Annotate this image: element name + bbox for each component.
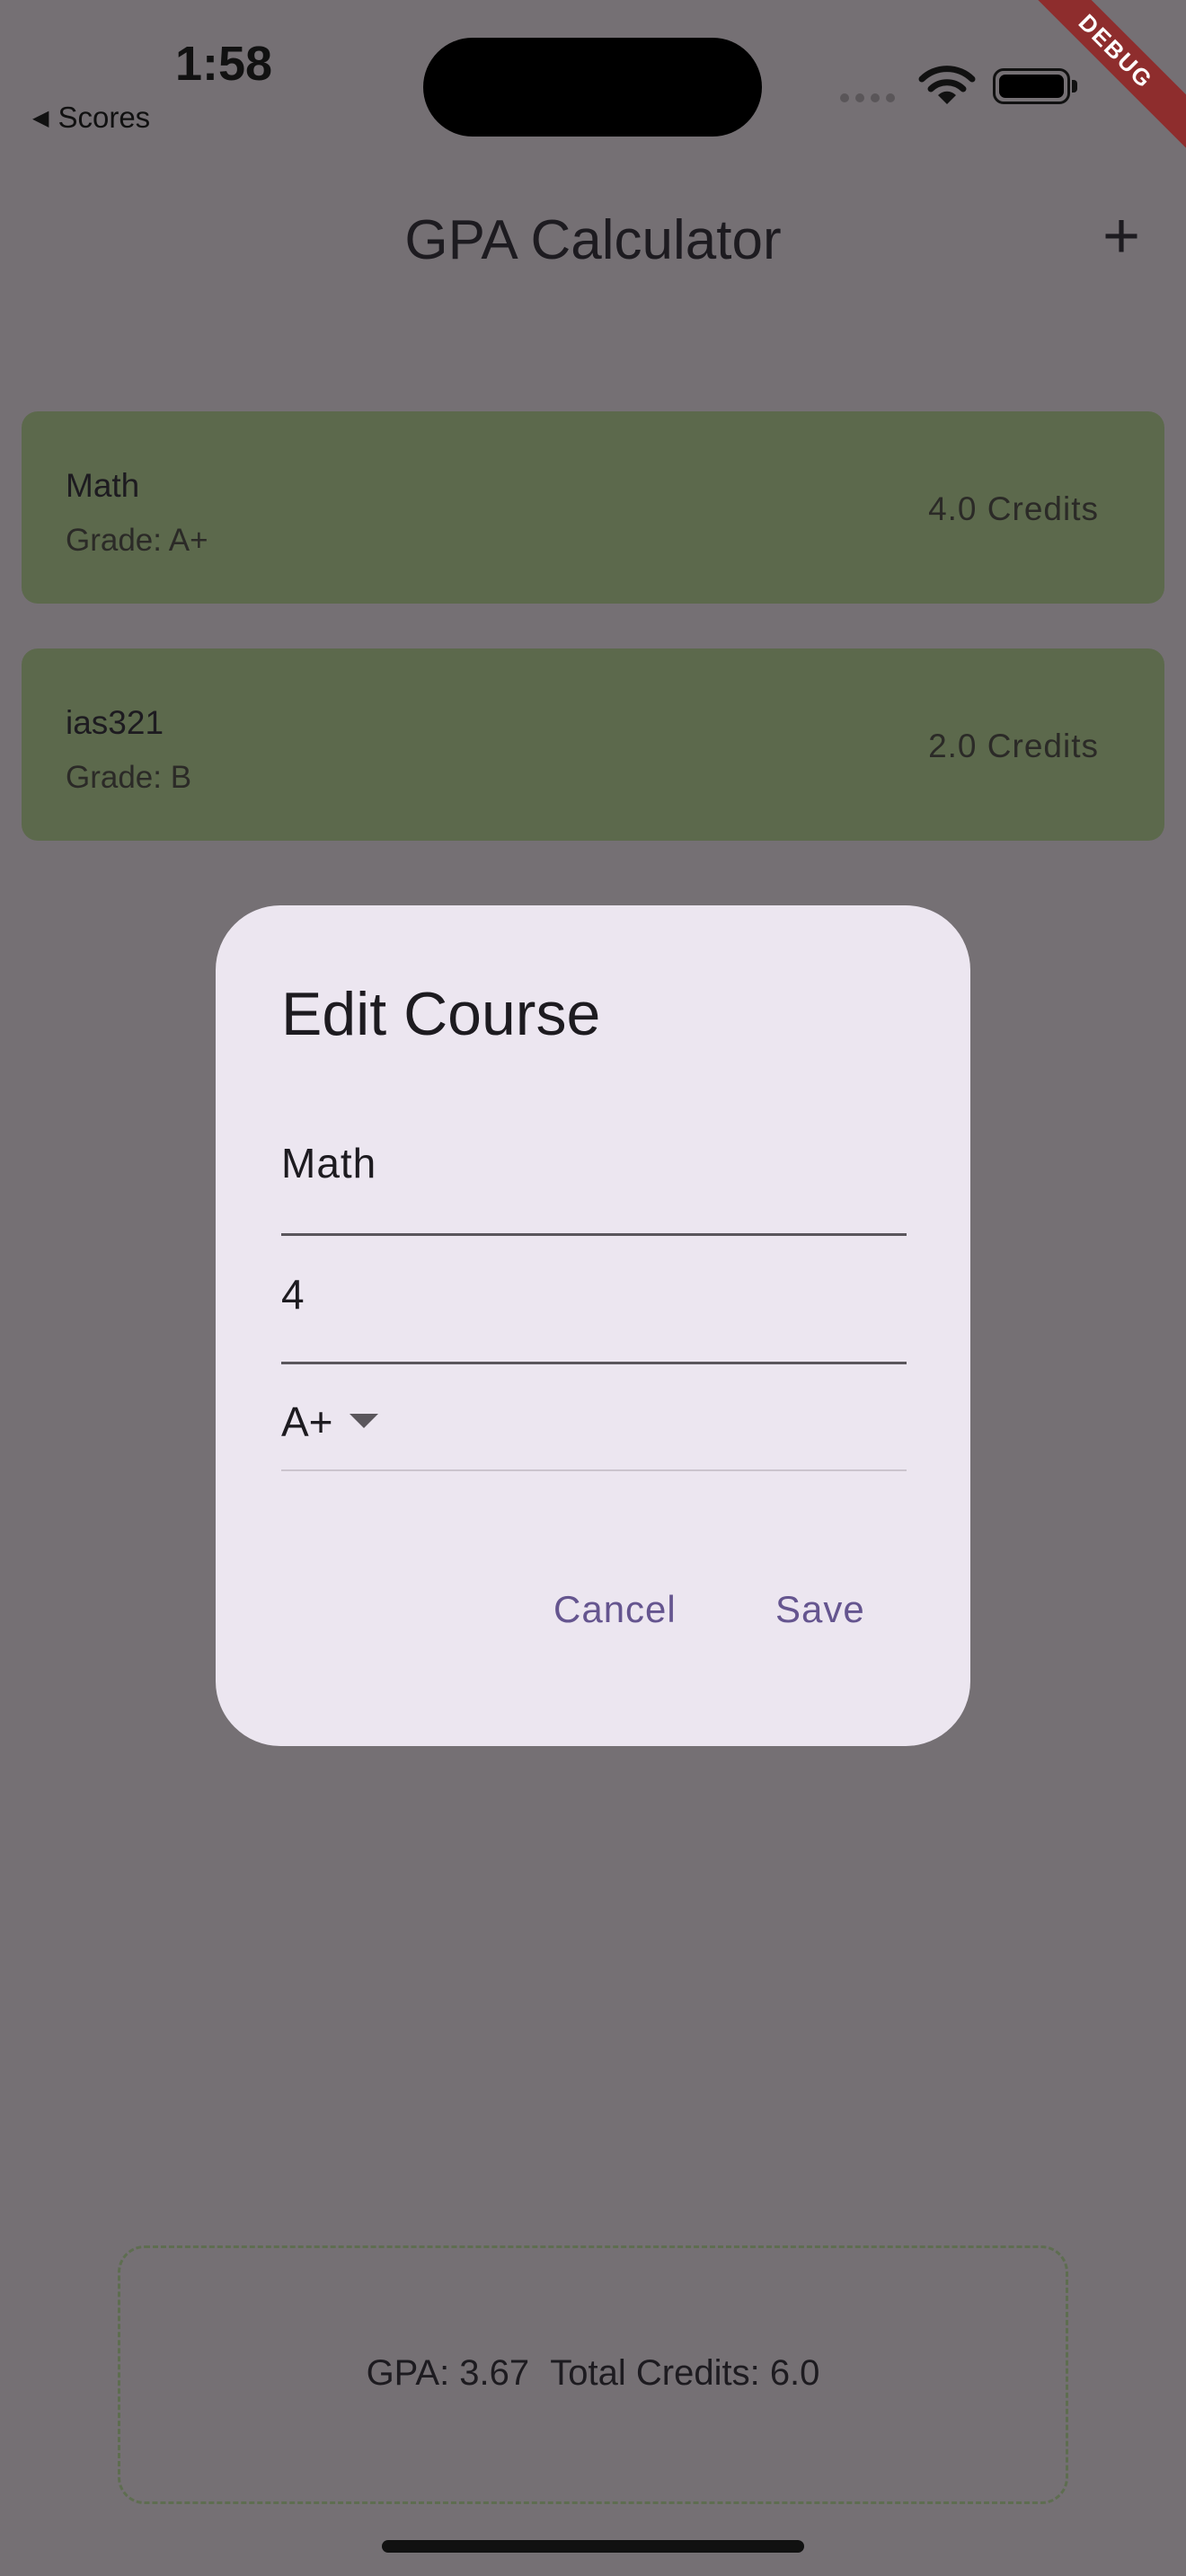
back-arrow-icon: ◀ [32,105,49,130]
grade-selected-value: A+ [281,1398,333,1445]
dropdown-underline [281,1469,907,1471]
dynamic-island [423,38,762,137]
course-credits: 4.0 Credits [928,490,1099,527]
grade-dropdown[interactable]: A+ [281,1398,907,1471]
dialog-title: Edit Course [281,980,601,1048]
course-name: ias321 [66,704,164,741]
course-card[interactable]: Math Grade: A+ 4.0 Credits [22,411,1164,604]
input-underline [281,1233,907,1236]
home-indicator[interactable] [382,2540,804,2553]
status-time: 1:58 [175,37,273,91]
course-grade: Grade: A+ [66,523,208,558]
gpa-summary: GPA: 3.67 Total Credits: 6.0 [118,2353,1068,2394]
wifi-icon [918,65,976,112]
save-button[interactable]: Save [775,1588,865,1631]
page-title: GPA Calculator [404,209,782,271]
course-name-field[interactable] [281,1139,907,1238]
add-course-button[interactable]: + [1087,202,1155,270]
course-name: Math [66,467,140,504]
dropdown-caret-icon [349,1414,378,1428]
add-icon: + [1102,200,1141,272]
course-credits: 2.0 Credits [928,728,1099,764]
edit-course-dialog: Edit Course A+ Cancel Save [216,905,970,1746]
total-credits-value: Total Credits: 6.0 [550,2353,820,2393]
back-link-label: Scores [58,101,151,134]
course-credits-input[interactable] [281,1270,907,1319]
battery-tip [1072,80,1077,93]
course-grade: Grade: B [66,760,192,795]
back-to-scores-link[interactable]: ◀ Scores [32,101,150,135]
gpa-value: GPA: 3.67 [366,2353,530,2393]
course-name-input[interactable] [281,1139,907,1187]
course-card[interactable]: ias321 Grade: B 2.0 Credits [22,648,1164,841]
input-underline [281,1362,907,1364]
course-credits-field[interactable] [281,1270,907,1369]
cancel-button[interactable]: Cancel [553,1588,677,1631]
battery-icon [993,68,1070,104]
cellular-signal-icon [840,93,895,102]
